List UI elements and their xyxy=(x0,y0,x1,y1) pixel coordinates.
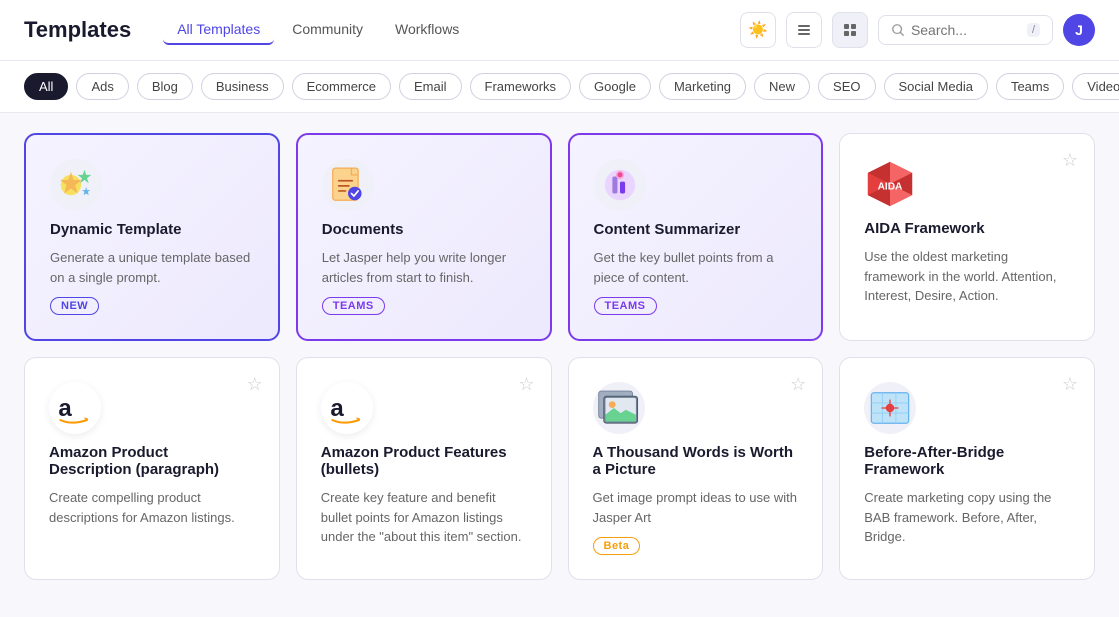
card-content-summarizer[interactable]: Content Summarizer Get the key bullet poi… xyxy=(568,133,824,341)
card-icon: AIDA xyxy=(864,158,916,210)
filter-chip-marketing[interactable]: Marketing xyxy=(659,73,746,100)
list-view-button[interactable] xyxy=(786,12,822,48)
svg-text:AIDA: AIDA xyxy=(878,182,903,193)
card-desc: Create marketing copy using the BAB fram… xyxy=(864,488,1070,547)
filter-chip-frameworks[interactable]: Frameworks xyxy=(470,73,572,100)
card-badge: TEAMS xyxy=(322,297,385,315)
tab-community[interactable]: Community xyxy=(278,15,377,45)
filter-bar: All Ads Blog Business Ecommerce Email Framewor… xyxy=(0,61,1119,113)
cards-grid: Dynamic Template Generate a unique templa… xyxy=(0,113,1119,600)
filter-chip-email[interactable]: Email xyxy=(399,73,462,100)
card-title: Dynamic Template xyxy=(50,221,254,238)
card-title: Amazon Product Description (paragraph) xyxy=(49,444,255,478)
card-badge: Beta xyxy=(593,537,641,555)
svg-text:a: a xyxy=(330,395,344,422)
star-icon[interactable]: ☆ xyxy=(790,374,806,395)
card-icon: a xyxy=(49,382,101,434)
card-title: Before-After-Bridge Framework xyxy=(864,444,1070,478)
search-input[interactable] xyxy=(911,22,1021,38)
card-title: Content Summarizer xyxy=(594,221,798,238)
nav-tabs: All Templates Community Workflows xyxy=(163,15,473,45)
filter-chip-video[interactable]: Video xyxy=(1072,73,1119,100)
header: Templates All Templates Community Workfl… xyxy=(0,0,1119,61)
theme-toggle-button[interactable]: ☀️ xyxy=(740,12,776,48)
card-badge: NEW xyxy=(50,297,99,315)
filter-chip-blog[interactable]: Blog xyxy=(137,73,193,100)
filter-chip-all[interactable]: All xyxy=(24,73,68,100)
star-icon[interactable]: ☆ xyxy=(1062,374,1078,395)
grid-view-button[interactable] xyxy=(832,12,868,48)
card-desc: Generate a unique template based on a si… xyxy=(50,248,254,287)
card-title: AIDA Framework xyxy=(864,220,1070,237)
filter-chip-ads[interactable]: Ads xyxy=(76,73,128,100)
card-icon xyxy=(594,159,646,211)
filter-chip-social-media[interactable]: Social Media xyxy=(884,73,988,100)
filter-chip-new[interactable]: New xyxy=(754,73,810,100)
tab-all-templates[interactable]: All Templates xyxy=(163,15,274,45)
card-icon: a xyxy=(321,382,373,434)
card-amazon-product-description[interactable]: ☆ a Amazon Product Description (paragrap… xyxy=(24,357,280,580)
filter-chip-ecommerce[interactable]: Ecommerce xyxy=(292,73,391,100)
avatar[interactable]: J xyxy=(1063,14,1095,46)
card-documents[interactable]: Documents Let Jasper help you write longe… xyxy=(296,133,552,341)
card-title: Amazon Product Features (bullets) xyxy=(321,444,527,478)
card-icon xyxy=(50,159,102,211)
filter-chip-business[interactable]: Business xyxy=(201,73,284,100)
card-amazon-product-features[interactable]: ☆ a Amazon Product Features (bullets) Cre… xyxy=(296,357,552,580)
card-title: Documents xyxy=(322,221,526,238)
filter-chip-seo[interactable]: SEO xyxy=(818,73,875,100)
star-icon[interactable]: ☆ xyxy=(518,374,534,395)
card-before-after-bridge[interactable]: ☆ Before-After-Bridge Framework Create ma… xyxy=(839,357,1095,580)
page-title: Templates xyxy=(24,17,131,43)
card-desc: Use the oldest marketing framework in th… xyxy=(864,247,1070,306)
card-desc: Create compelling product descriptions f… xyxy=(49,488,255,527)
card-desc: Create key feature and benefit bullet po… xyxy=(321,488,527,547)
card-dynamic-template[interactable]: Dynamic Template Generate a unique templa… xyxy=(24,133,280,341)
card-icon xyxy=(593,382,645,434)
card-title: A Thousand Words is Worth a Picture xyxy=(593,444,799,478)
search-icon xyxy=(891,23,905,37)
header-actions: ☀️ / J xyxy=(740,12,1095,48)
card-icon xyxy=(864,382,916,434)
star-icon[interactable]: ☆ xyxy=(1062,150,1078,171)
main-content: Dynamic Template Generate a unique templa… xyxy=(0,113,1119,600)
svg-text:a: a xyxy=(58,395,72,422)
card-thousand-words[interactable]: ☆ A Thousand Words is Worth a Picture Get… xyxy=(568,357,824,580)
card-aida-framework[interactable]: ☆ AIDA AIDA Framework Use the oldest mark… xyxy=(839,133,1095,341)
card-badge: TEAMS xyxy=(594,297,657,315)
search-box[interactable]: / xyxy=(878,15,1053,45)
card-desc: Let Jasper help you write longer article… xyxy=(322,248,526,287)
search-shortcut: / xyxy=(1027,23,1040,37)
filter-chip-teams[interactable]: Teams xyxy=(996,73,1064,100)
star-icon[interactable]: ☆ xyxy=(247,374,263,395)
card-icon xyxy=(322,159,374,211)
filter-chip-google[interactable]: Google xyxy=(579,73,651,100)
tab-workflows[interactable]: Workflows xyxy=(381,15,473,45)
card-desc: Get the key bullet points from a piece o… xyxy=(594,248,798,287)
card-desc: Get image prompt ideas to use with Jaspe… xyxy=(593,488,799,527)
